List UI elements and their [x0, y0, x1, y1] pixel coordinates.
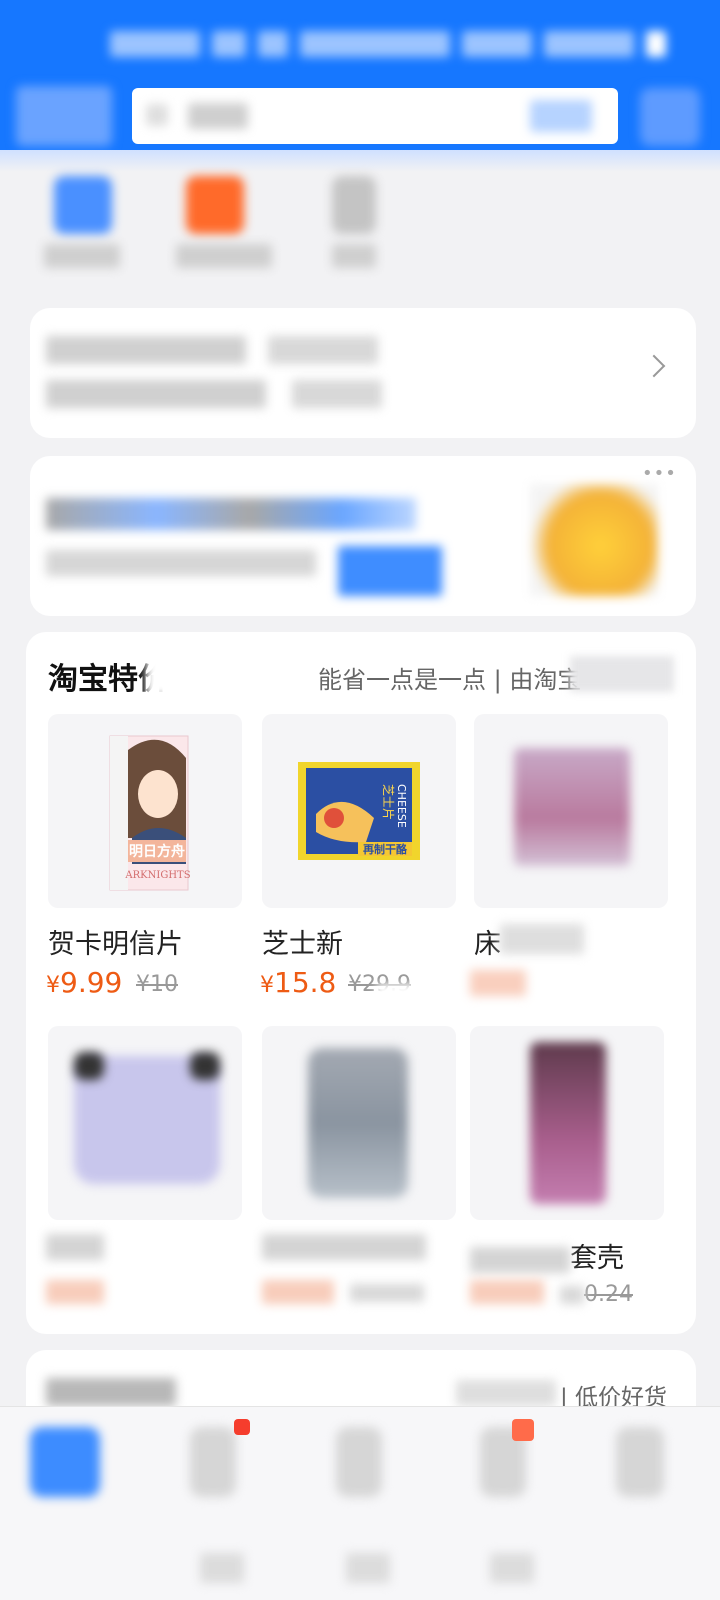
shortcut-1[interactable] — [44, 176, 124, 276]
search-icon — [146, 104, 168, 126]
shortcut-2[interactable] — [176, 176, 272, 276]
home-icon — [30, 1427, 100, 1497]
product-name-blur — [500, 924, 584, 954]
notice-card[interactable] — [30, 308, 696, 438]
svg-text:芝士片: 芝士片 — [381, 784, 396, 820]
notice-line-2 — [46, 380, 266, 408]
shortcut-label — [176, 244, 272, 268]
product-name[interactable]: 芝士新 — [262, 922, 343, 961]
notification-badge — [512, 1419, 534, 1441]
product-image-3[interactable] — [474, 714, 668, 908]
nav-item-2[interactable] — [190, 1419, 270, 1583]
nav-label — [200, 1553, 244, 1583]
title-mask — [146, 650, 186, 696]
nav-icon — [190, 1427, 236, 1497]
product-image-1[interactable]: 明日方舟 ARKNIGHTS — [48, 714, 242, 908]
nav-label — [490, 1553, 534, 1583]
product-price-blur — [262, 1280, 334, 1304]
product-old-price: ¥10 — [136, 972, 178, 997]
gift-bag-icon — [530, 484, 658, 596]
svg-text:ARKNIGHTS: ARKNIGHTS — [124, 870, 190, 881]
product-price-blur — [470, 1280, 544, 1304]
promo-action-button[interactable] — [338, 546, 442, 596]
shortcut-label — [44, 244, 120, 268]
blue-service-icon — [54, 176, 112, 234]
orange-service-icon — [186, 176, 244, 234]
shortcut-3[interactable] — [332, 176, 412, 276]
product-old-price-partial: 0.24 — [560, 1282, 633, 1307]
nav-label — [346, 1553, 390, 1583]
notice-line-1b — [268, 336, 378, 364]
product-image-6[interactable] — [470, 1026, 664, 1220]
next-section-subtitle-blur — [456, 1380, 556, 1406]
nav-item-3[interactable] — [336, 1427, 416, 1583]
scan-icon[interactable] — [640, 88, 700, 146]
bottom-nav — [0, 1406, 720, 1600]
nav-home[interactable] — [30, 1427, 110, 1577]
product-image-4[interactable] — [48, 1026, 242, 1220]
grey-service-icon — [332, 176, 376, 234]
more-icon[interactable]: ••• — [642, 465, 676, 483]
promo-subline — [46, 550, 316, 576]
search-bar[interactable] — [132, 88, 618, 144]
search-placeholder — [188, 103, 248, 129]
product-price-blur — [470, 970, 526, 996]
product-image-2[interactable]: CHEESE 芝士片 再制干酪 — [262, 714, 456, 908]
notice-line-1 — [46, 336, 246, 364]
svg-text:CHEESE: CHEESE — [395, 784, 408, 828]
location-selector[interactable] — [16, 86, 112, 146]
promo-headline — [46, 498, 416, 530]
product-old-price-blur — [350, 1284, 424, 1302]
status-bar — [110, 26, 690, 62]
nav-profile[interactable] — [616, 1427, 696, 1577]
profile-icon — [616, 1427, 664, 1497]
top-header — [0, 0, 720, 162]
product-price-blur — [46, 1280, 104, 1304]
subtitle-mask — [570, 656, 674, 692]
nav-icon — [336, 1427, 382, 1497]
next-section-title-blur — [46, 1378, 176, 1406]
svg-text:明日方舟: 明日方舟 — [129, 843, 185, 860]
notification-badge — [234, 1419, 250, 1435]
product-name-partial[interactable]: 套壳 — [470, 1236, 624, 1275]
shortcut-label — [332, 244, 376, 268]
product-image-5[interactable] — [262, 1026, 456, 1220]
product-name-blur — [262, 1234, 426, 1260]
notice-line-2b — [292, 380, 382, 408]
product-price: ¥9.99 — [46, 966, 123, 999]
product-name-blur — [46, 1234, 104, 1260]
old-price-mask — [376, 984, 416, 1002]
header-fade — [0, 150, 720, 172]
nav-item-4[interactable] — [480, 1419, 560, 1583]
svg-text:再制干酪: 再制干酪 — [363, 842, 408, 856]
product-name-partial[interactable]: 床 — [474, 922, 501, 961]
section-subtitle[interactable]: 能省一点是一点 | 由淘宝 — [318, 660, 581, 695]
product-price: ¥15.8 — [260, 966, 337, 999]
search-button[interactable] — [530, 100, 592, 132]
product-name[interactable]: 贺卡明信片 — [48, 922, 183, 961]
